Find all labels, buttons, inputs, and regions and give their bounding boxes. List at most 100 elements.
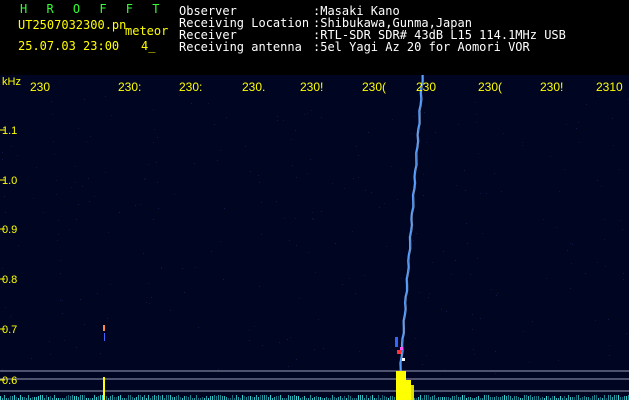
noise-speckle bbox=[441, 309, 442, 310]
noise-speckle bbox=[54, 154, 55, 155]
noise-speckle bbox=[148, 283, 149, 284]
noise-speckle bbox=[10, 317, 11, 318]
noise-speckle bbox=[277, 120, 278, 121]
noise-floor-bin bbox=[362, 395, 363, 400]
noise-floor-bin bbox=[280, 395, 281, 400]
noise-speckle bbox=[386, 246, 387, 247]
noise-floor-bin bbox=[592, 396, 593, 400]
noise-speckle bbox=[64, 340, 65, 341]
meteor-magenta-spot bbox=[400, 347, 403, 350]
noise-speckle bbox=[344, 188, 345, 189]
noise-speckle bbox=[467, 243, 468, 244]
noise-floor-bin bbox=[102, 395, 103, 400]
noise-speckle bbox=[75, 182, 76, 183]
noise-speckle bbox=[140, 204, 141, 205]
noise-floor-bin bbox=[506, 396, 507, 400]
noise-speckle bbox=[296, 359, 297, 360]
noise-floor-bin bbox=[604, 395, 605, 400]
noise-speckle bbox=[413, 240, 414, 241]
noise-floor-bin bbox=[66, 396, 67, 400]
noise-speckle bbox=[57, 240, 58, 241]
frequency-tick-label: 1.1 bbox=[2, 125, 17, 137]
noise-speckle bbox=[262, 345, 263, 346]
noise-speckle bbox=[276, 201, 277, 202]
noise-floor-bin bbox=[160, 396, 161, 400]
noise-speckle bbox=[335, 243, 336, 244]
noise-floor-bin bbox=[152, 396, 153, 400]
noise-floor-bin bbox=[236, 395, 237, 400]
noise-floor-bin bbox=[38, 396, 39, 400]
noise-floor-bin bbox=[42, 395, 43, 400]
noise-speckle bbox=[318, 319, 319, 320]
noise-floor-bin bbox=[496, 396, 497, 400]
noise-speckle bbox=[466, 223, 467, 224]
noise-floor-bin bbox=[530, 395, 531, 400]
noise-speckle bbox=[355, 293, 356, 294]
noise-speckle bbox=[352, 231, 353, 232]
noise-floor-bin bbox=[462, 395, 463, 400]
noise-floor-bin bbox=[20, 395, 21, 400]
noise-floor-bin bbox=[384, 396, 385, 400]
noise-speckle bbox=[56, 180, 57, 181]
noise-speckle bbox=[321, 117, 322, 118]
meteor-trace bbox=[397, 75, 424, 400]
noise-speckle bbox=[249, 330, 250, 331]
noise-floor-bin bbox=[68, 395, 69, 400]
noise-speckle bbox=[558, 360, 559, 361]
datetime-label: 25.07.03 23:00 bbox=[18, 39, 120, 53]
noise-speckle bbox=[323, 348, 324, 349]
noise-floor-bin bbox=[288, 395, 289, 400]
noise-speckle bbox=[220, 150, 221, 151]
noise-speckle bbox=[158, 208, 159, 209]
noise-speckle bbox=[161, 267, 162, 268]
noise-floor-bin bbox=[360, 395, 361, 400]
noise-speckle bbox=[157, 182, 158, 183]
noise-floor-bin bbox=[248, 396, 249, 400]
noise-floor-bin bbox=[456, 395, 457, 400]
noise-speckle bbox=[423, 174, 424, 175]
noise-floor-bin bbox=[294, 395, 295, 400]
noise-speckle bbox=[474, 354, 475, 355]
noise-floor-bin bbox=[502, 396, 503, 400]
noise-floor-bin bbox=[220, 395, 221, 400]
noise-speckle bbox=[422, 364, 423, 365]
time-tick-label: 230 bbox=[416, 80, 436, 94]
noise-floor-bin bbox=[110, 396, 111, 400]
noise-speckle bbox=[135, 205, 136, 206]
noise-floor-bin bbox=[130, 395, 131, 400]
noise-floor-bin bbox=[148, 395, 149, 400]
noise-speckle bbox=[464, 170, 465, 171]
noise-speckle bbox=[56, 194, 57, 195]
noise-floor-bin bbox=[366, 395, 367, 400]
noise-floor-bin bbox=[158, 395, 159, 400]
noise-floor-bin bbox=[510, 396, 511, 400]
noise-speckle bbox=[313, 219, 314, 220]
noise-speckle bbox=[89, 201, 90, 202]
noise-speckle bbox=[153, 219, 154, 220]
noise-floor-bin bbox=[358, 395, 359, 400]
noise-floor-bin bbox=[242, 395, 243, 400]
noise-floor-bin bbox=[552, 396, 553, 400]
noise-speckle bbox=[296, 245, 297, 246]
noise-speckle bbox=[208, 103, 209, 104]
noise-speckle bbox=[60, 260, 61, 261]
noise-speckle bbox=[478, 153, 479, 154]
noise-speckle bbox=[619, 169, 620, 170]
noise-speckle bbox=[609, 345, 610, 346]
noise-speckle bbox=[295, 130, 296, 131]
noise-speckle bbox=[161, 268, 162, 269]
noise-speckle bbox=[443, 251, 444, 252]
noise-floor-bin bbox=[434, 395, 435, 400]
noise-speckle bbox=[482, 233, 483, 234]
noise-floor-bin bbox=[584, 396, 585, 400]
noise-speckle bbox=[86, 141, 87, 142]
noise-speckle bbox=[598, 96, 599, 97]
noise-speckle bbox=[391, 166, 392, 167]
time-tick-label: 230( bbox=[362, 80, 386, 94]
meteor-head-burst bbox=[396, 371, 406, 400]
noise-speckle bbox=[62, 300, 63, 301]
noise-floor-bin bbox=[464, 395, 465, 400]
noise-floor-bin bbox=[140, 395, 141, 400]
noise-speckle bbox=[411, 133, 412, 134]
noise-floor-bin bbox=[454, 396, 455, 400]
